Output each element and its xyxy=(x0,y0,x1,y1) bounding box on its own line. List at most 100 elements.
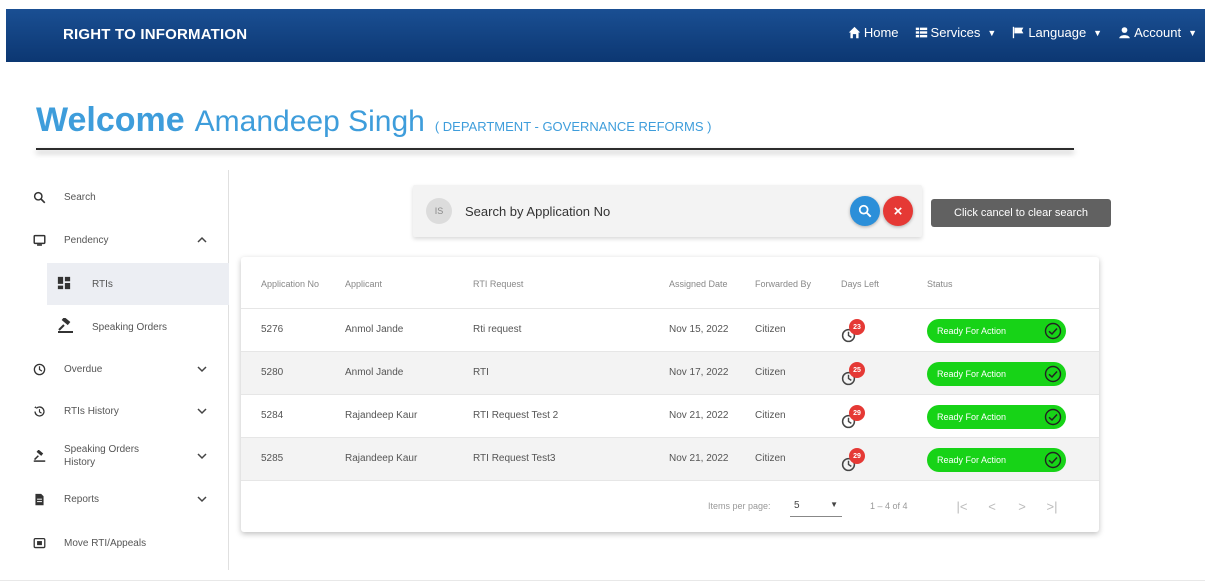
days-left-indicator: 23 xyxy=(841,319,867,345)
chevron-down-icon xyxy=(197,496,207,503)
items-per-page-value: 5 xyxy=(794,500,800,511)
previous-page-button[interactable]: < xyxy=(984,498,1000,514)
application-search-input[interactable] xyxy=(465,200,835,222)
search-icon xyxy=(858,204,872,218)
cell-rti-request: Rti request xyxy=(473,324,522,335)
nav-language[interactable]: Language ▼ xyxy=(1012,25,1102,40)
move-icon xyxy=(32,536,46,550)
nav-account[interactable]: Account ▼ xyxy=(1118,25,1197,40)
sidebar-item-label: Reports xyxy=(64,493,100,505)
next-page-button[interactable]: > xyxy=(1014,498,1030,514)
cell-assigned-date: Nov 17, 2022 xyxy=(669,367,729,378)
sidebar-item-speaking-orders-history[interactable]: Speaking Orders History xyxy=(20,439,229,473)
status-badge[interactable]: Ready For Action xyxy=(927,319,1066,343)
gavel-icon xyxy=(32,449,46,463)
cell-application-no: 5276 xyxy=(261,324,284,335)
table-row[interactable]: 5284 Rajandeep Kaur RTI Request Test 2 N… xyxy=(241,395,1099,438)
cell-assigned-date: Nov 21, 2022 xyxy=(669,453,729,464)
nav-language-label: Language xyxy=(1028,25,1087,40)
check-circle-icon xyxy=(1044,451,1062,469)
sidebar: Search Pendency RTIs Speaking Orders Ove… xyxy=(20,170,229,570)
clock-icon xyxy=(32,362,46,376)
sidebar-item-label: RTIs xyxy=(92,278,113,290)
sidebar-item-rtis-history[interactable]: RTIs History xyxy=(20,400,229,422)
table-row[interactable]: 5280 Anmol Jande RTI Nov 17, 2022 Citize… xyxy=(241,352,1099,395)
sidebar-item-rtis[interactable]: RTIs xyxy=(47,263,229,305)
table-header: Application No Applicant RTI Request Ass… xyxy=(241,257,1099,309)
home-icon xyxy=(848,26,861,39)
cell-applicant: Anmol Jande xyxy=(345,324,404,335)
search-icon xyxy=(32,190,46,204)
user-icon xyxy=(1119,27,1130,39)
status-badge[interactable]: Ready For Action xyxy=(927,362,1066,386)
cell-rti-request: RTI Request Test 2 xyxy=(473,410,559,421)
search-button[interactable] xyxy=(850,196,880,226)
check-circle-icon xyxy=(1044,408,1062,426)
sidebar-item-speaking-orders[interactable]: Speaking Orders xyxy=(47,315,229,339)
nav-services-label: Services xyxy=(930,25,981,40)
sidebar-item-overdue[interactable]: Overdue xyxy=(20,358,229,380)
cell-forwarded-by: Citizen xyxy=(755,367,786,378)
monitor-icon xyxy=(32,233,46,247)
welcome-greeting: Welcome xyxy=(36,101,185,139)
check-circle-icon xyxy=(1044,365,1062,383)
status-label: Ready For Action xyxy=(937,369,1007,379)
cell-application-no: 5280 xyxy=(261,367,284,378)
header-assigned-date[interactable]: Assigned Date xyxy=(669,279,728,289)
sidebar-item-search[interactable]: Search xyxy=(20,186,229,208)
sidebar-item-pendency[interactable]: Pendency xyxy=(20,229,229,251)
footer-divider xyxy=(0,580,1205,581)
cell-forwarded-by: Citizen xyxy=(755,453,786,464)
table-row[interactable]: 5276 Anmol Jande Rti request Nov 15, 202… xyxy=(241,309,1099,352)
caret-down-icon: ▼ xyxy=(1188,27,1197,38)
close-icon: × xyxy=(893,202,903,220)
status-badge[interactable]: Ready For Action xyxy=(927,405,1066,429)
days-left-badge: 29 xyxy=(849,405,865,421)
header-rti-request[interactable]: RTI Request xyxy=(473,279,523,289)
history-icon xyxy=(32,404,46,418)
header-forwarded-by[interactable]: Forwarded By xyxy=(755,279,811,289)
welcome-divider xyxy=(36,148,1074,150)
sidebar-item-move-rti-appeals[interactable]: Move RTI/Appeals xyxy=(20,532,229,554)
cell-application-no: 5284 xyxy=(261,410,284,421)
flag-icon xyxy=(1013,26,1024,39)
welcome-heading: Welcome Amandeep Singh ( DEPARTMENT - GO… xyxy=(36,101,711,140)
cancel-search-button[interactable]: × xyxy=(883,196,913,226)
top-navbar: RIGHT TO INFORMATION Home Services ▼ Lan… xyxy=(6,9,1205,62)
cell-assigned-date: Nov 21, 2022 xyxy=(669,410,729,421)
chevron-down-icon xyxy=(197,408,207,415)
cell-assigned-date: Nov 15, 2022 xyxy=(669,324,729,335)
sidebar-item-reports[interactable]: Reports xyxy=(20,488,229,510)
grid-icon xyxy=(915,27,927,38)
status-label: Ready For Action xyxy=(937,412,1007,422)
cancel-tooltip: Click cancel to clear search xyxy=(931,199,1111,227)
chevron-down-icon xyxy=(197,453,207,460)
header-status[interactable]: Status xyxy=(927,279,953,289)
table-row[interactable]: 5285 Rajandeep Kaur RTI Request Test3 No… xyxy=(241,438,1099,481)
brand-title[interactable]: RIGHT TO INFORMATION xyxy=(63,26,247,43)
first-page-button[interactable]: |< xyxy=(954,498,970,514)
days-left-badge: 29 xyxy=(849,448,865,464)
cell-applicant: Anmol Jande xyxy=(345,367,404,378)
items-per-page-label: Items per page: xyxy=(708,501,771,511)
sidebar-item-label: Move RTI/Appeals xyxy=(64,537,147,549)
sidebar-item-label: Speaking Orders History xyxy=(64,443,139,469)
nav-services[interactable]: Services ▼ xyxy=(915,25,996,40)
chevron-up-icon xyxy=(197,236,207,243)
search-badge: IS xyxy=(426,198,452,224)
items-per-page-select[interactable]: 5 ▼ xyxy=(790,495,842,517)
nav-home[interactable]: Home xyxy=(848,25,899,40)
header-applicant[interactable]: Applicant xyxy=(345,279,382,289)
sidebar-item-label: Overdue xyxy=(64,363,103,375)
days-left-indicator: 25 xyxy=(841,362,867,388)
last-page-button[interactable]: >| xyxy=(1044,498,1060,514)
sidebar-item-label: RTIs History xyxy=(64,405,119,417)
cell-applicant: Rajandeep Kaur xyxy=(345,453,418,464)
header-days-left[interactable]: Days Left xyxy=(841,279,879,289)
status-badge[interactable]: Ready For Action xyxy=(927,448,1066,472)
search-bar: IS × xyxy=(413,185,922,237)
days-left-badge: 25 xyxy=(849,362,865,378)
status-label: Ready For Action xyxy=(937,455,1007,465)
header-application-no[interactable]: Application No xyxy=(261,279,319,289)
page-range-label: 1 – 4 of 4 xyxy=(870,501,908,511)
